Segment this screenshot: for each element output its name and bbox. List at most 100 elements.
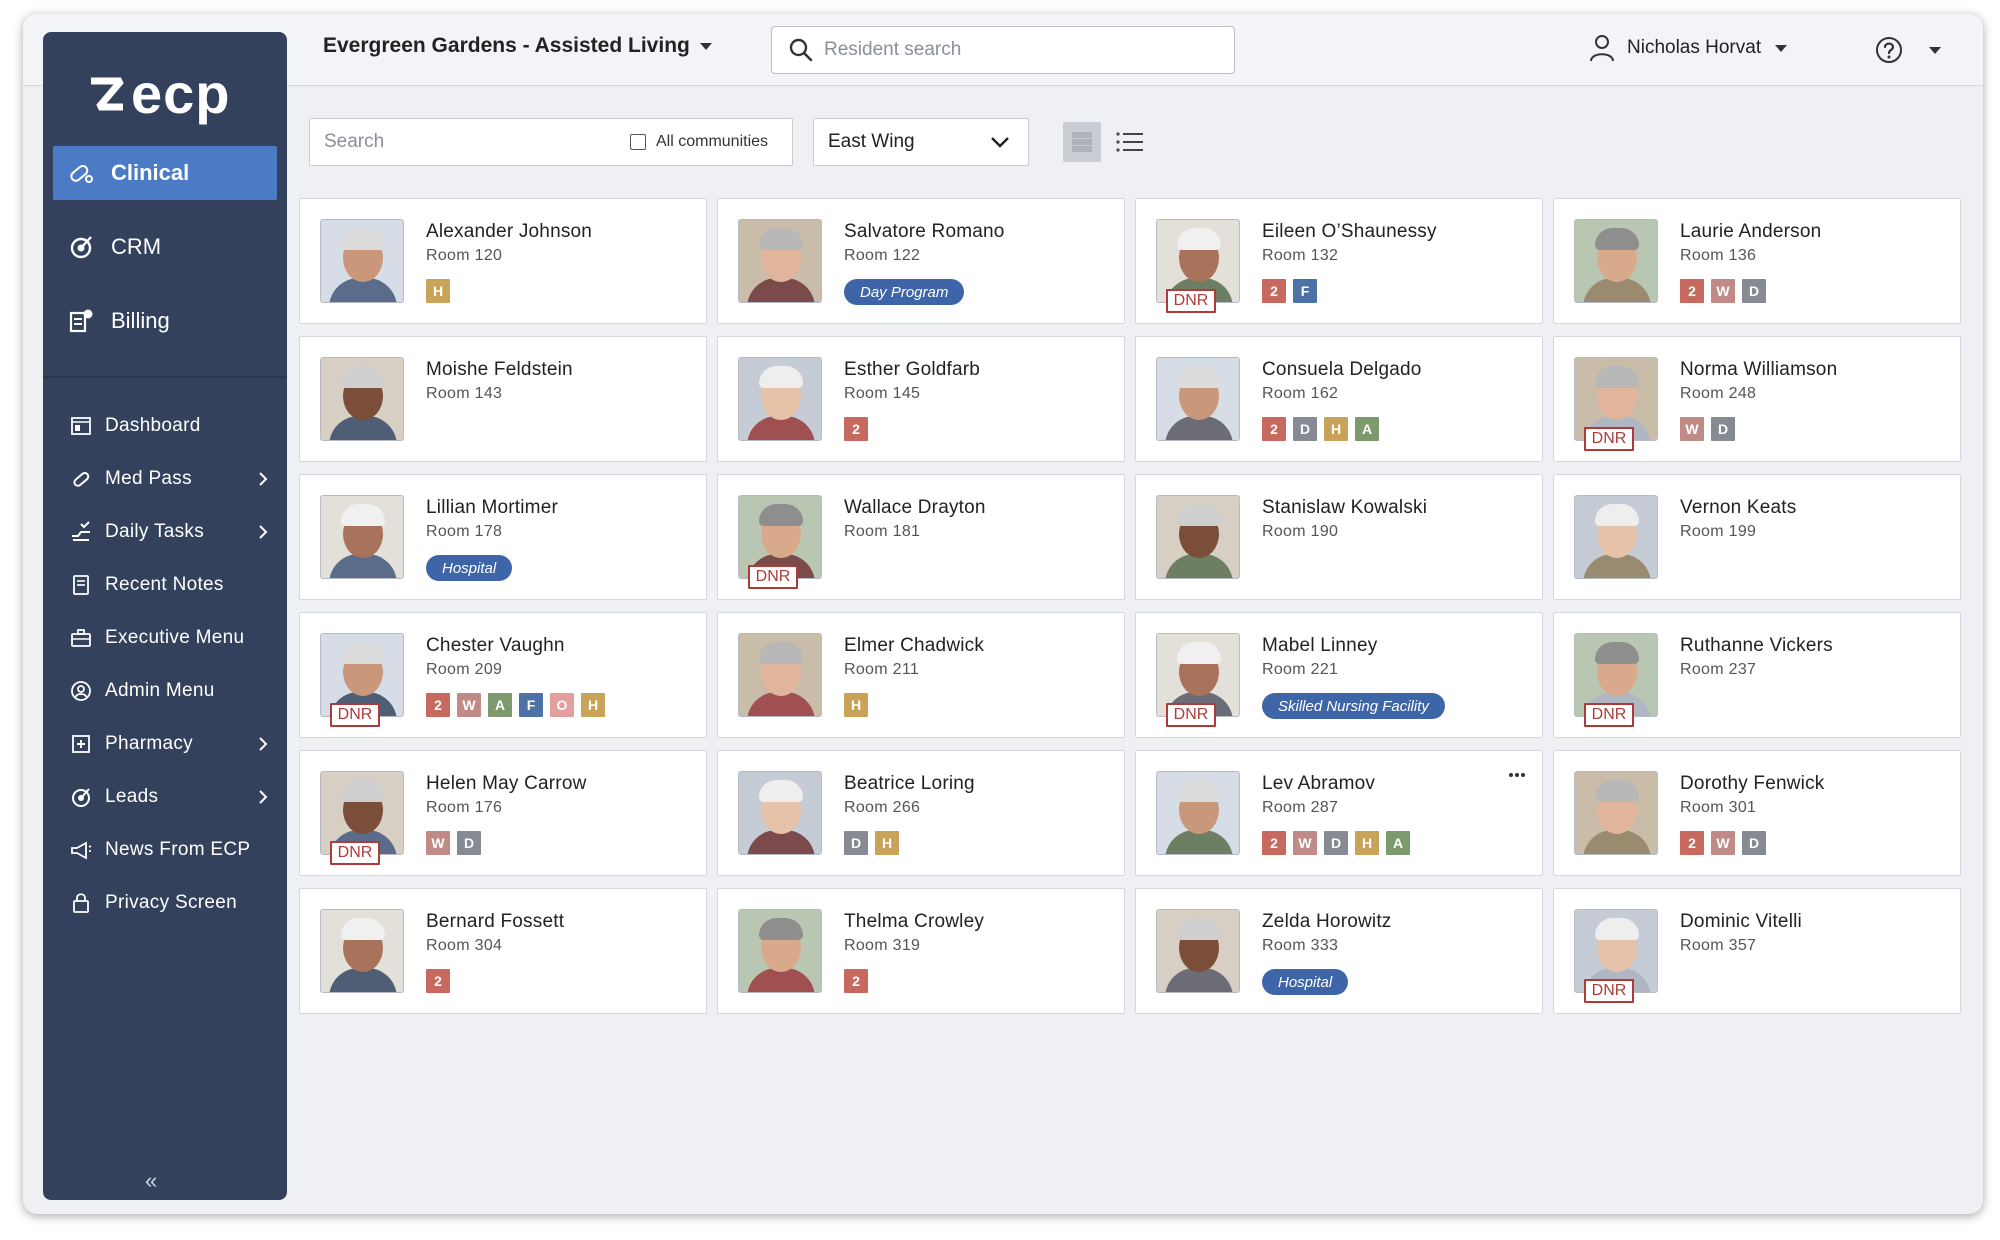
med-pass-icon (69, 467, 93, 491)
resident-card[interactable]: Stanislaw Kowalski Room 190 (1135, 474, 1543, 600)
sidebar-item-dashboard[interactable]: Dashboard (43, 404, 287, 448)
sidebar-item-label: Daily Tasks (105, 521, 205, 542)
resident-room: Room 248 (1680, 385, 1757, 402)
resident-name: Lev Abramov (1262, 773, 1376, 794)
sidebar-item-privacy-screen[interactable]: Privacy Screen (43, 881, 287, 925)
care-badge: H (875, 831, 899, 855)
all-communities-checkbox[interactable] (630, 134, 646, 150)
wing-select[interactable]: East Wing (813, 118, 1029, 166)
resident-card[interactable]: DNR Helen May Carrow Room 176 W D (299, 750, 707, 876)
resident-room: Room 143 (426, 385, 503, 402)
sidebar-item-news-from-ecp[interactable]: News From ECP (43, 828, 287, 872)
sidebar-item-leads[interactable]: Leads (43, 775, 287, 819)
help-caret-icon[interactable] (1929, 47, 1941, 54)
resident-room: Room 301 (1680, 799, 1757, 816)
community-selector[interactable]: Evergreen Gardens - Assisted Living (323, 34, 712, 58)
resident-photo (738, 633, 822, 717)
filter-search-box: All communities (309, 118, 793, 166)
resident-card[interactable]: Consuela Delgado Room 162 2 D H A (1135, 336, 1543, 462)
grid-view-button[interactable] (1063, 122, 1101, 162)
resident-card[interactable]: Bernard Fossett Room 304 2 (299, 888, 707, 1014)
care-badge: 2 (1262, 417, 1286, 441)
user-menu[interactable]: Nicholas Horvat (1589, 34, 1788, 62)
care-badge: 2 (1262, 831, 1286, 855)
sidebar-item-label: Executive Menu (105, 627, 245, 648)
leads-icon (69, 785, 93, 809)
care-badges: WD (1680, 417, 1742, 441)
help-icon[interactable] (1875, 36, 1903, 64)
resident-photo (1574, 771, 1658, 855)
list-view-icon[interactable] (1115, 128, 1145, 156)
sidebar-item-recent-notes[interactable]: Recent Notes (43, 563, 287, 607)
resident-room: Room 120 (426, 247, 503, 264)
resident-card[interactable]: Salvatore Romano Room 122 Day Program (717, 198, 1125, 324)
resident-search-box[interactable] (771, 26, 1235, 74)
resident-card[interactable]: Esther Goldfarb Room 145 2 (717, 336, 1125, 462)
care-badge: H (426, 279, 450, 303)
status-pill: Day Program (844, 279, 965, 305)
resident-card[interactable]: DNR Mabel Linney Room 221 Skilled Nursing F… (1135, 612, 1543, 738)
resident-name: Helen May Carrow (426, 773, 587, 794)
sidebar-item-pharmacy[interactable]: Pharmacy (43, 722, 287, 766)
filter-search-input[interactable] (324, 131, 614, 153)
sidebar-item-label: Med Pass (105, 468, 192, 489)
notes-icon (69, 573, 93, 597)
resident-name: Esther Goldfarb (844, 359, 981, 380)
resident-room: Room 190 (1262, 523, 1339, 540)
top-header: Evergreen Gardens - Assisted Living Nich… (23, 14, 1983, 86)
logo-text: ecp (131, 62, 231, 125)
nav-billing[interactable]: Billing (53, 294, 277, 348)
care-badge: D (1711, 417, 1735, 441)
nav-crm[interactable]: CRM (53, 220, 277, 274)
resident-card[interactable]: DNR Norma Williamson Room 248 W D (1553, 336, 1961, 462)
sidebar-divider (43, 376, 287, 378)
all-communities-toggle[interactable]: All communities (630, 133, 768, 151)
sidebar-item-label: Privacy Screen (105, 892, 237, 913)
pharmacy-icon (69, 732, 93, 756)
sidebar-item-daily-tasks[interactable]: Daily Tasks (43, 510, 287, 554)
resident-room: Room 304 (426, 937, 503, 954)
nav-clinical[interactable]: Clinical (53, 146, 277, 200)
resident-card[interactable]: Laurie Anderson Room 136 2 W D (1553, 198, 1961, 324)
resident-card[interactable]: DNR Wallace Drayton Room 181 (717, 474, 1125, 600)
sidebar-item-admin-menu[interactable]: Admin Menu (43, 669, 287, 713)
resident-card[interactable]: Beatrice Loring Room 266 D H (717, 750, 1125, 876)
resident-card[interactable]: DNR Dominic Vitelli Room 357 (1553, 888, 1961, 1014)
dnr-badge: DNR (1166, 703, 1216, 727)
sidebar-item-executive-menu[interactable]: Executive Menu (43, 616, 287, 660)
resident-card[interactable]: DNR Chester Vaughn Room 209 2 W A F O H (299, 612, 707, 738)
resident-card[interactable]: Dorothy Fenwick Room 301 2 W D (1553, 750, 1961, 876)
resident-card[interactable]: Moishe Feldstein Room 143 (299, 336, 707, 462)
all-communities-label: All communities (656, 133, 769, 150)
logo-mark-icon (91, 77, 124, 111)
clinical-icon (65, 157, 97, 189)
collapse-sidebar-button[interactable]: « (145, 1168, 157, 1194)
care-badges: 2 (844, 417, 875, 441)
resident-photo (1156, 495, 1240, 579)
resident-card[interactable]: Alexander Johnson Room 120 H (299, 198, 707, 324)
community-name: Evergreen Gardens - Assisted Living (323, 34, 690, 57)
resident-card[interactable]: Lillian Mortimer Room 178 Hospital (299, 474, 707, 600)
resident-card[interactable]: Thelma Crowley Room 319 2 (717, 888, 1125, 1014)
dnr-badge: DNR (1584, 427, 1634, 451)
care-badge: W (426, 831, 450, 855)
resident-name: Wallace Drayton (844, 497, 986, 518)
resident-card[interactable]: Zelda Horowitz Room 333 Hospital (1135, 888, 1543, 1014)
resident-name: Elmer Chadwick (844, 635, 985, 656)
resident-room: Room 176 (426, 799, 503, 816)
care-badge: W (1711, 831, 1735, 855)
resident-grid: Alexander Johnson Room 120 H Salvatore Roma… (299, 198, 1973, 1018)
resident-card[interactable]: Elmer Chadwick Room 211 H (717, 612, 1125, 738)
sidebar-item-label: Dashboard (105, 415, 201, 436)
resident-photo (1156, 771, 1240, 855)
resident-card[interactable]: Lev Abramov Room 287 2 W D H A (1135, 750, 1543, 876)
care-badges: WD (426, 831, 488, 855)
resident-card[interactable]: DNR Ruthanne Vickers Room 237 (1553, 612, 1961, 738)
more-options-icon[interactable] (1508, 765, 1526, 777)
crm-icon (65, 231, 97, 263)
sidebar-item-med-pass[interactable]: Med Pass (43, 457, 287, 501)
resident-card[interactable]: DNR Eileen O’Shaunessy Room 132 2 F (1135, 198, 1543, 324)
resident-search-input[interactable] (824, 39, 1204, 61)
resident-card[interactable]: Vernon Keats Room 199 (1553, 474, 1961, 600)
status-pill: Hospital (426, 555, 513, 581)
